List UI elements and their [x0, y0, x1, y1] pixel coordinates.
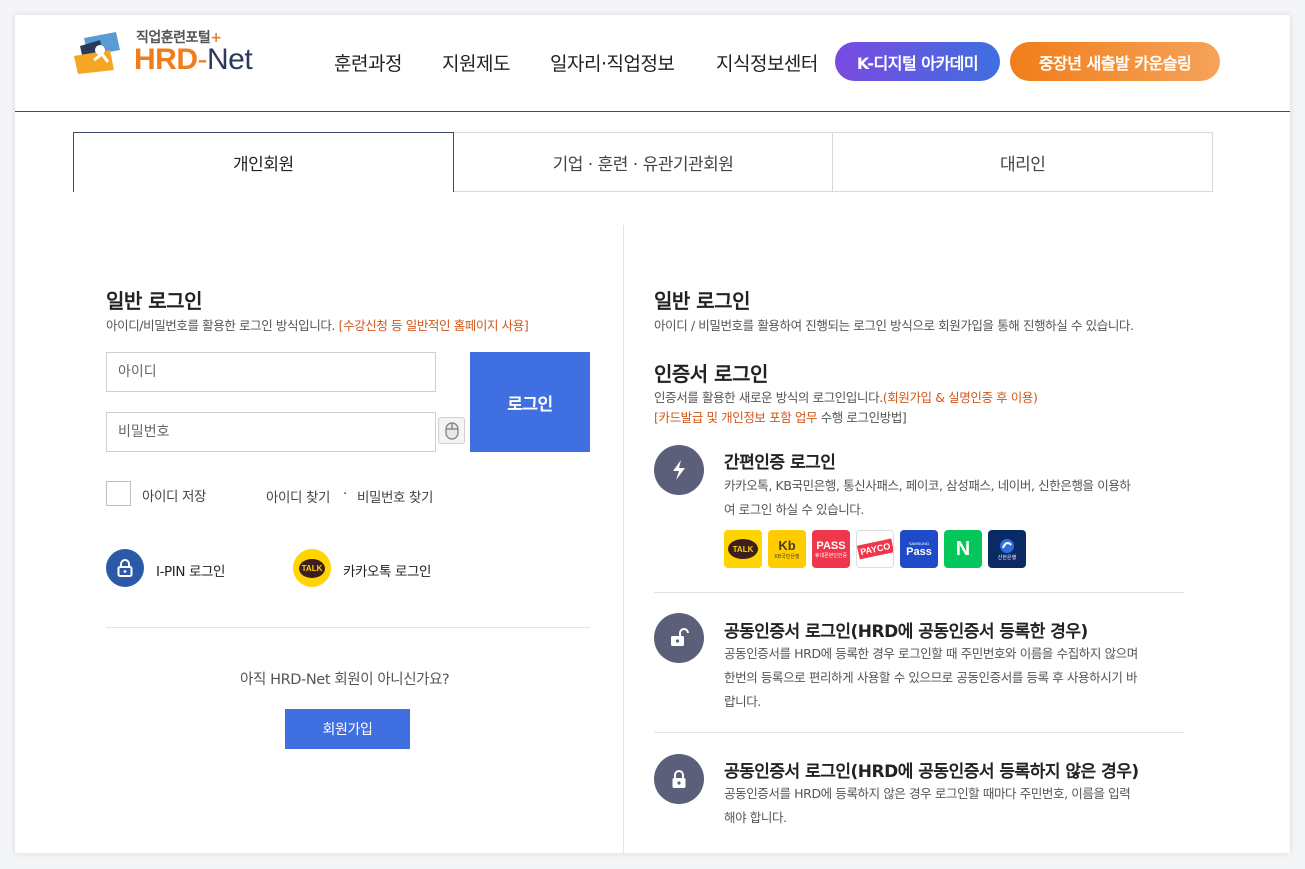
kb-bank-provider-button[interactable]: Kb KB국민은행 [768, 530, 806, 568]
id-input[interactable] [106, 352, 436, 392]
tab-corporate[interactable]: 기업 · 훈련 · 유관기관회원 [453, 132, 834, 192]
right-general-login-desc: 아이디 / 비밀번호를 활용하여 진행되는 로그인 방식으로 회원가입을 통해 … [654, 318, 1134, 333]
cert-login-desc: 인증서를 활용한 새로운 방식의 로그인입니다.(회원가입 & 실명인증 후 이… [654, 390, 1038, 405]
cert-registered-icon-circle [654, 613, 704, 663]
unlock-icon [671, 628, 689, 646]
logo-text: HRD-Net [134, 43, 253, 76]
general-login-title: 일반 로그인 [106, 289, 202, 313]
simple-auth-desc: 카카오톡, KB국민은행, 통신사패스, 페이코, 삼성패스, 네이버, 신한은… [724, 478, 1131, 517]
nav-training-courses[interactable]: 훈련과정 [334, 49, 402, 76]
shinhan-provider-button[interactable]: 신한은행 [988, 530, 1026, 568]
kakao-login-button[interactable]: TALK [293, 549, 331, 587]
ipin-login-button[interactable] [106, 549, 144, 587]
lock-icon [672, 770, 686, 788]
remember-id-checkbox[interactable] [106, 481, 131, 506]
cert-unregistered-title[interactable]: 공동인증서 로그인(HRD에 공동인증서 등록하지 않은 경우) [724, 757, 1139, 782]
pass-logo: PASS [816, 539, 846, 552]
hrd-net-logo[interactable]: 직업훈련포털+ HRD-Net [70, 27, 270, 87]
kakao-provider-button[interactable]: TALK [724, 530, 762, 568]
cert-unregistered-icon-circle [654, 754, 704, 804]
midcareer-counseling-button[interactable]: 중장년 새출발 카운슬링 [1010, 42, 1220, 81]
mouse-icon [444, 421, 459, 440]
top-header: 직업훈련포털+ HRD-Net 훈련과정 지원제도 일자리·직업정보 지식정보센… [15, 15, 1290, 112]
kakao-talk-icon: TALK [299, 558, 325, 578]
left-divider [106, 627, 590, 628]
shinhan-label: 신한은행 [997, 554, 1017, 561]
simple-auth-icon-circle [654, 445, 704, 495]
logo-mark-icon [74, 32, 120, 74]
join-button[interactable]: 회원가입 [285, 709, 410, 749]
not-member-text: 아직 HRD-Net 회원이 아니신가요? [240, 672, 450, 688]
kb-logo: Kb [778, 538, 796, 553]
pass-label: 휴대폰본인인증 [814, 552, 848, 559]
password-input[interactable] [106, 412, 436, 452]
kb-label: KB국민은행 [774, 554, 800, 560]
pass-provider-button[interactable]: PASS 휴대폰본인인증 [812, 530, 850, 568]
samsung-pass-logo: Pass [906, 545, 932, 558]
tab-agent[interactable]: 대리인 [833, 132, 1214, 192]
find-id-link[interactable]: 아이디 찾기 [266, 486, 330, 506]
cert-registered-title[interactable]: 공동인증서 로그인(HRD에 공동인증서 등록한 경우) [724, 617, 1088, 642]
samsung-pass-provider-button[interactable]: SAMSUNG Pass [900, 530, 938, 568]
find-password-link[interactable]: 비밀번호 찾기 [357, 486, 433, 506]
k-digital-academy-button[interactable]: K-디지털 아카데미 [835, 42, 1000, 81]
nav-support-system[interactable]: 지원제도 [442, 49, 510, 76]
nav-job-info[interactable]: 일자리·직업정보 [550, 49, 675, 76]
lock-icon [117, 559, 133, 577]
page-frame: 직업훈련포털+ HRD-Net 훈련과정 지원제도 일자리·직업정보 지식정보센… [15, 15, 1290, 853]
remember-id-label[interactable]: 아이디 저장 [142, 485, 206, 505]
cert-registered-desc: 공동인증서를 HRD에 등록한 경우 로그인할 때 주민번호와 이름을 수집하지… [724, 646, 1138, 709]
tab-individual[interactable]: 개인회원 [73, 132, 454, 192]
member-type-tabs: 개인회원 기업 · 훈련 · 유관기관회원 대리인 [73, 132, 1214, 192]
lightning-icon [673, 460, 685, 480]
column-divider [623, 225, 624, 853]
payco-provider-button[interactable]: PAYCO [856, 530, 894, 568]
cert-login-title: 인증서 로그인 [654, 362, 768, 386]
cert-unregistered-desc: 공동인증서를 HRD에 등록하지 않은 경우 로그인할 때마다 주민번호, 이름… [724, 786, 1131, 825]
ipin-login-label[interactable]: I-PIN 로그인 [156, 560, 225, 580]
right-divider-1 [654, 592, 1184, 593]
login-button[interactable]: 로그인 [470, 352, 590, 452]
cert-login-desc-2: [카드발급 및 개인정보 포함 업무 수행 로그인방법] [654, 410, 907, 425]
right-divider-2 [654, 732, 1184, 733]
right-general-login-title: 일반 로그인 [654, 289, 750, 313]
general-login-desc: 아이디/비밀번호를 활용한 로그인 방식입니다. [수강신청 등 일반적인 홈페… [106, 318, 529, 333]
shinhan-logo-icon [1000, 538, 1014, 553]
simple-auth-title[interactable]: 간편인증 로그인 [724, 448, 836, 473]
find-separator: · [343, 486, 347, 502]
naver-logo: N [955, 537, 971, 560]
kakao-talk-icon: TALK [728, 539, 758, 559]
naver-provider-button[interactable]: N [944, 530, 982, 568]
nav-knowledge-center[interactable]: 지식정보센터 [716, 49, 818, 76]
mouse-input-button[interactable] [438, 417, 465, 444]
kakao-login-label[interactable]: 카카오톡 로그인 [343, 560, 431, 580]
payco-logo: PAYCO [857, 538, 893, 560]
